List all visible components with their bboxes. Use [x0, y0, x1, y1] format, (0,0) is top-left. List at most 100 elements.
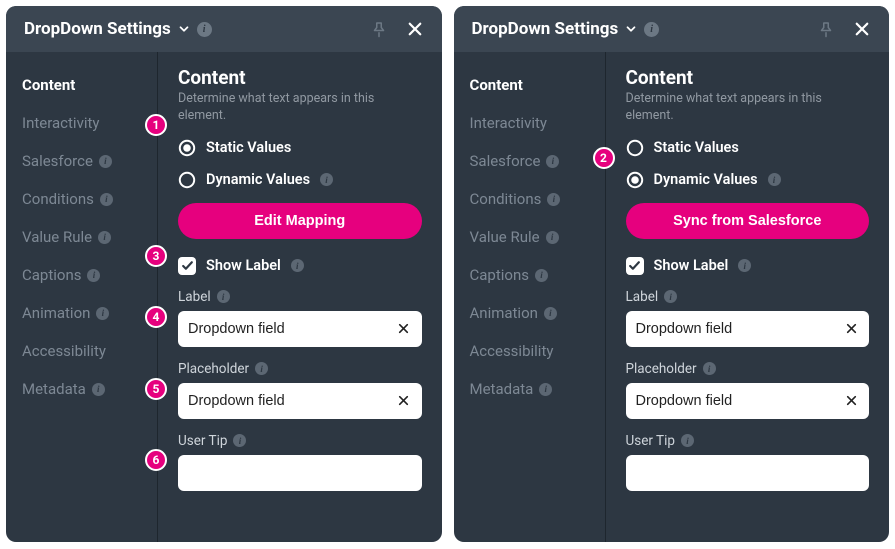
- info-icon[interactable]: [217, 290, 230, 303]
- sidebar-item-label: Metadata: [470, 380, 534, 398]
- info-icon[interactable]: [703, 362, 716, 375]
- info-icon[interactable]: [96, 307, 109, 320]
- info-icon[interactable]: [738, 259, 751, 272]
- info-icon[interactable]: [197, 22, 212, 37]
- sidebar-item-accessibility[interactable]: Accessibility: [6, 332, 157, 370]
- chevron-down-icon: [624, 22, 638, 36]
- radio-static-values[interactable]: Static Values: [178, 139, 422, 157]
- sidebar-item-label: Conditions: [22, 190, 94, 208]
- sidebar-item-content[interactable]: Content: [454, 66, 605, 104]
- info-icon[interactable]: [99, 155, 112, 168]
- info-icon[interactable]: [535, 269, 548, 282]
- content-heading: Content: [626, 66, 870, 89]
- sidebar: Content Interactivity Salesforce Conditi…: [454, 52, 606, 542]
- settings-panel-right: DropDown Settings Content Interactivity …: [454, 6, 890, 542]
- sidebar-item-salesforce[interactable]: Salesforce: [454, 142, 605, 180]
- info-icon[interactable]: [664, 290, 677, 303]
- pin-icon[interactable]: [813, 16, 839, 42]
- clear-icon[interactable]: [394, 319, 414, 339]
- close-icon[interactable]: [849, 16, 875, 42]
- placeholder-input[interactable]: [178, 383, 422, 419]
- usertip-field-label: User Tip: [178, 433, 422, 449]
- info-icon[interactable]: [291, 259, 304, 272]
- show-label-checkbox[interactable]: Show Label: [626, 257, 870, 275]
- radio-dynamic-values[interactable]: Dynamic Values: [626, 171, 870, 189]
- sidebar-item-label: Value Rule: [22, 228, 92, 246]
- panel-title[interactable]: DropDown Settings: [472, 19, 660, 39]
- sidebar-item-animation[interactable]: Animation: [454, 294, 605, 332]
- callout-badge-5: 5: [145, 378, 167, 400]
- edit-mapping-button[interactable]: Edit Mapping: [178, 203, 422, 239]
- sidebar: Content Interactivity Salesforce Conditi…: [6, 52, 158, 542]
- sidebar-item-label: Content: [22, 76, 75, 94]
- sidebar-item-metadata[interactable]: Metadata: [454, 370, 605, 408]
- callout-badge-3: 3: [145, 245, 167, 267]
- info-icon[interactable]: [320, 173, 333, 186]
- pin-icon[interactable]: [366, 16, 392, 42]
- info-icon[interactable]: [539, 383, 552, 396]
- placeholder-field-label: Placeholder: [178, 361, 422, 377]
- usertip-field-label: User Tip: [626, 433, 870, 449]
- sidebar-item-label: Interactivity: [470, 114, 548, 132]
- info-icon[interactable]: [768, 173, 781, 186]
- sidebar-item-label: Captions: [22, 266, 81, 284]
- radio-selected-icon: [178, 139, 196, 157]
- radio-label: Dynamic Values: [206, 171, 310, 188]
- info-icon[interactable]: [100, 193, 113, 206]
- radio-label: Static Values: [206, 139, 291, 156]
- panel-title[interactable]: DropDown Settings: [24, 19, 212, 39]
- info-icon[interactable]: [681, 434, 694, 447]
- chevron-down-icon: [177, 22, 191, 36]
- info-icon[interactable]: [644, 22, 659, 37]
- sidebar-item-label: Captions: [470, 266, 529, 284]
- label-input[interactable]: [626, 311, 870, 347]
- sidebar-item-captions[interactable]: Captions: [454, 256, 605, 294]
- panel-header: DropDown Settings: [454, 6, 890, 52]
- sidebar-item-accessibility[interactable]: Accessibility: [454, 332, 605, 370]
- checkbox-checked-icon: [626, 257, 644, 275]
- close-icon[interactable]: [402, 16, 428, 42]
- radio-dynamic-values[interactable]: Dynamic Values: [178, 171, 422, 189]
- clear-icon[interactable]: [841, 391, 861, 411]
- info-icon[interactable]: [87, 269, 100, 282]
- clear-icon[interactable]: [841, 319, 861, 339]
- content-description: Determine what text appears in this elem…: [178, 91, 422, 125]
- sidebar-item-captions[interactable]: Captions: [6, 256, 157, 294]
- sidebar-item-conditions[interactable]: Conditions: [454, 180, 605, 218]
- sidebar-item-interactivity[interactable]: Interactivity: [454, 104, 605, 142]
- usertip-input[interactable]: [626, 455, 870, 491]
- label-input[interactable]: [178, 311, 422, 347]
- label-field-label: Label: [626, 289, 870, 305]
- radio-selected-icon: [626, 171, 644, 189]
- sync-salesforce-button[interactable]: Sync from Salesforce: [626, 203, 870, 239]
- placeholder-input[interactable]: [626, 383, 870, 419]
- sidebar-item-label: Animation: [470, 304, 538, 322]
- info-icon[interactable]: [547, 193, 560, 206]
- sidebar-item-metadata[interactable]: Metadata: [6, 370, 157, 408]
- info-icon[interactable]: [255, 362, 268, 375]
- sidebar-item-value-rule[interactable]: Value Rule: [6, 218, 157, 256]
- info-icon[interactable]: [546, 155, 559, 168]
- info-icon[interactable]: [233, 434, 246, 447]
- panel-title-text: DropDown Settings: [472, 19, 619, 39]
- sidebar-item-label: Metadata: [22, 380, 86, 398]
- sidebar-item-animation[interactable]: Animation: [6, 294, 157, 332]
- sidebar-item-conditions[interactable]: Conditions: [6, 180, 157, 218]
- sidebar-item-value-rule[interactable]: Value Rule: [454, 218, 605, 256]
- sidebar-item-content[interactable]: Content: [6, 66, 157, 104]
- info-icon[interactable]: [544, 307, 557, 320]
- content-area: 1 3 4 5 6 Content Determine what text ap…: [158, 52, 442, 542]
- usertip-input[interactable]: [178, 455, 422, 491]
- sidebar-item-interactivity[interactable]: Interactivity: [6, 104, 157, 142]
- info-icon[interactable]: [98, 231, 111, 244]
- sidebar-item-label: Accessibility: [22, 342, 106, 360]
- show-label-checkbox[interactable]: Show Label: [178, 257, 422, 275]
- info-icon[interactable]: [92, 383, 105, 396]
- sidebar-item-salesforce[interactable]: Salesforce: [6, 142, 157, 180]
- content-description: Determine what text appears in this elem…: [626, 91, 870, 125]
- clear-icon[interactable]: [394, 391, 414, 411]
- settings-panel-left: DropDown Settings Content Interactivity …: [6, 6, 442, 542]
- info-icon[interactable]: [546, 231, 559, 244]
- placeholder-field-label: Placeholder: [626, 361, 870, 377]
- radio-static-values[interactable]: Static Values: [626, 139, 870, 157]
